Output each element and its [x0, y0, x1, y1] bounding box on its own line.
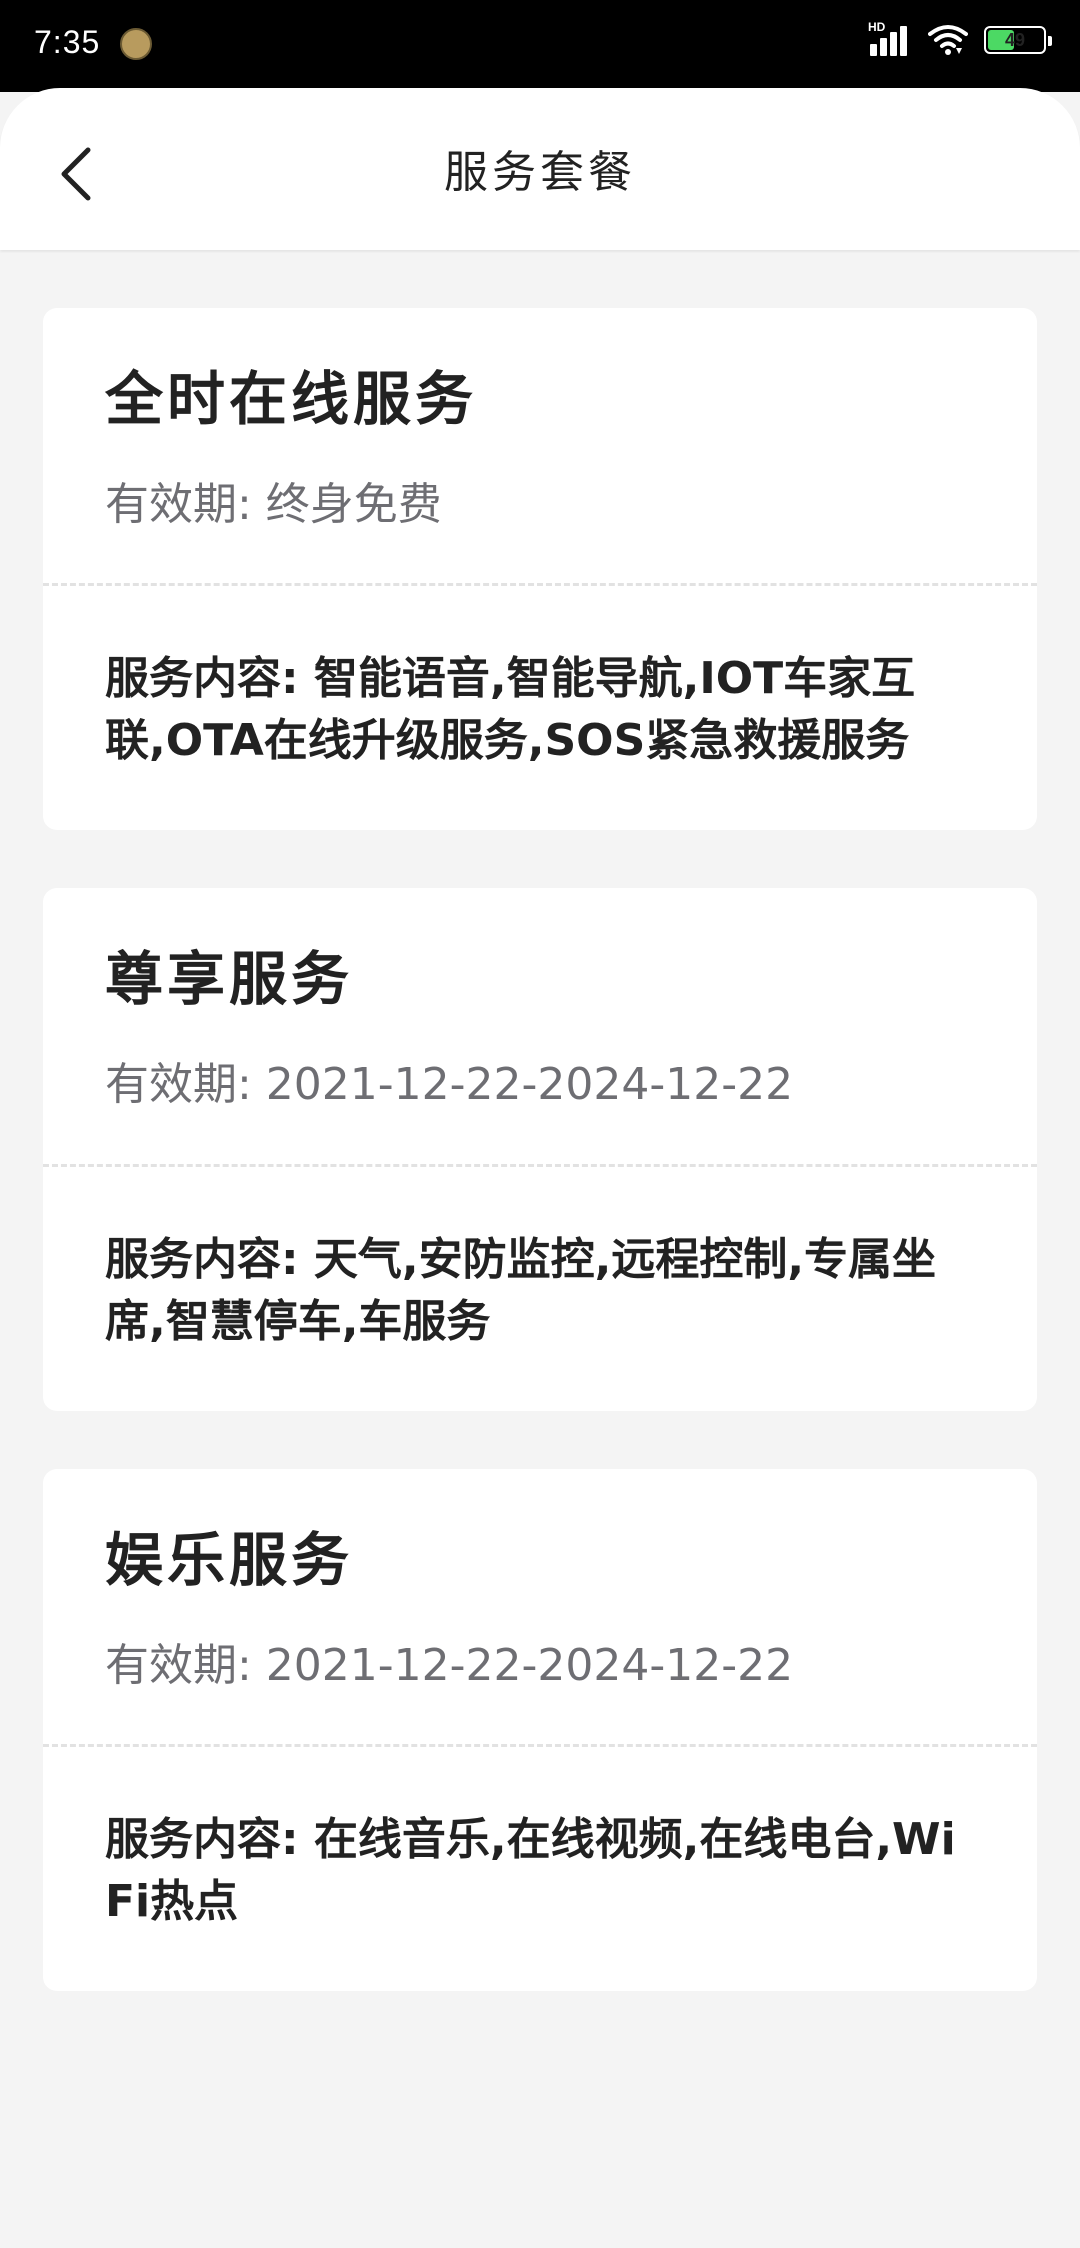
notification-icon: [120, 28, 152, 60]
status-bar: 7:35 HD 49: [0, 0, 1080, 92]
service-title: 尊享服务: [105, 945, 354, 1014]
app-header: 服务套餐: [0, 88, 1080, 250]
service-validity: 有效期: 2021-12-22-2024-12-22: [105, 1059, 794, 1111]
page-title: 服务套餐: [444, 147, 636, 198]
service-title: 娱乐服务: [105, 1525, 354, 1594]
service-content: 服务内容: 天气,安防监控,远程控制,专属坐席,智慧停车,车服务: [105, 1233, 937, 1347]
wifi-icon: [928, 25, 968, 55]
battery-icon: 49: [984, 26, 1052, 54]
service-title: 全时在线服务: [105, 365, 478, 433]
service-card: 全时在线服务 有效期: 终身免费 服务内容: 智能语音,智能导航,IOT车家互联…: [43, 308, 1037, 831]
cellular-signal-icon: HD: [868, 20, 912, 58]
service-card: 尊享服务 有效期: 2021-12-22-2024-12-22 服务内容: 天气…: [43, 888, 1037, 1411]
service-content: 服务内容: 智能语音,智能导航,IOT车家互联,OTA在线升级服务,SOS紧急救…: [105, 653, 916, 767]
status-time: 7:35: [34, 24, 101, 60]
battery-percent: 49: [1004, 29, 1026, 50]
status-icons: HD 49: [868, 20, 1052, 58]
service-content: 服务内容: 在线音乐,在线视频,在线电台,WiFi热点: [105, 1814, 956, 1928]
service-list: 全时在线服务 有效期: 终身免费 服务内容: 智能语音,智能导航,IOT车家互联…: [43, 308, 1037, 2049]
network-type-label: HD: [868, 20, 886, 34]
service-card: 娱乐服务 有效期: 2021-12-22-2024-12-22 服务内容: 在线…: [43, 1468, 1037, 1992]
service-validity: 有效期: 2021-12-22-2024-12-22: [105, 1639, 794, 1691]
service-validity: 有效期: 终身免费: [105, 478, 442, 530]
